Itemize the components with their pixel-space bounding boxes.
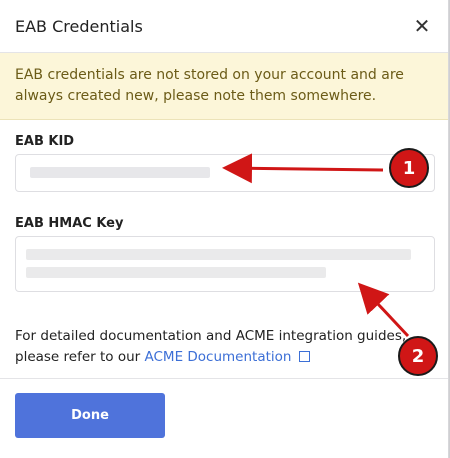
annotation-badge-1: 1 — [389, 148, 429, 188]
arrow-2 — [357, 282, 410, 338]
annotation-arrows — [222, 153, 410, 338]
arrow-1 — [222, 153, 384, 184]
annotation-badge-2: 2 — [398, 336, 438, 376]
